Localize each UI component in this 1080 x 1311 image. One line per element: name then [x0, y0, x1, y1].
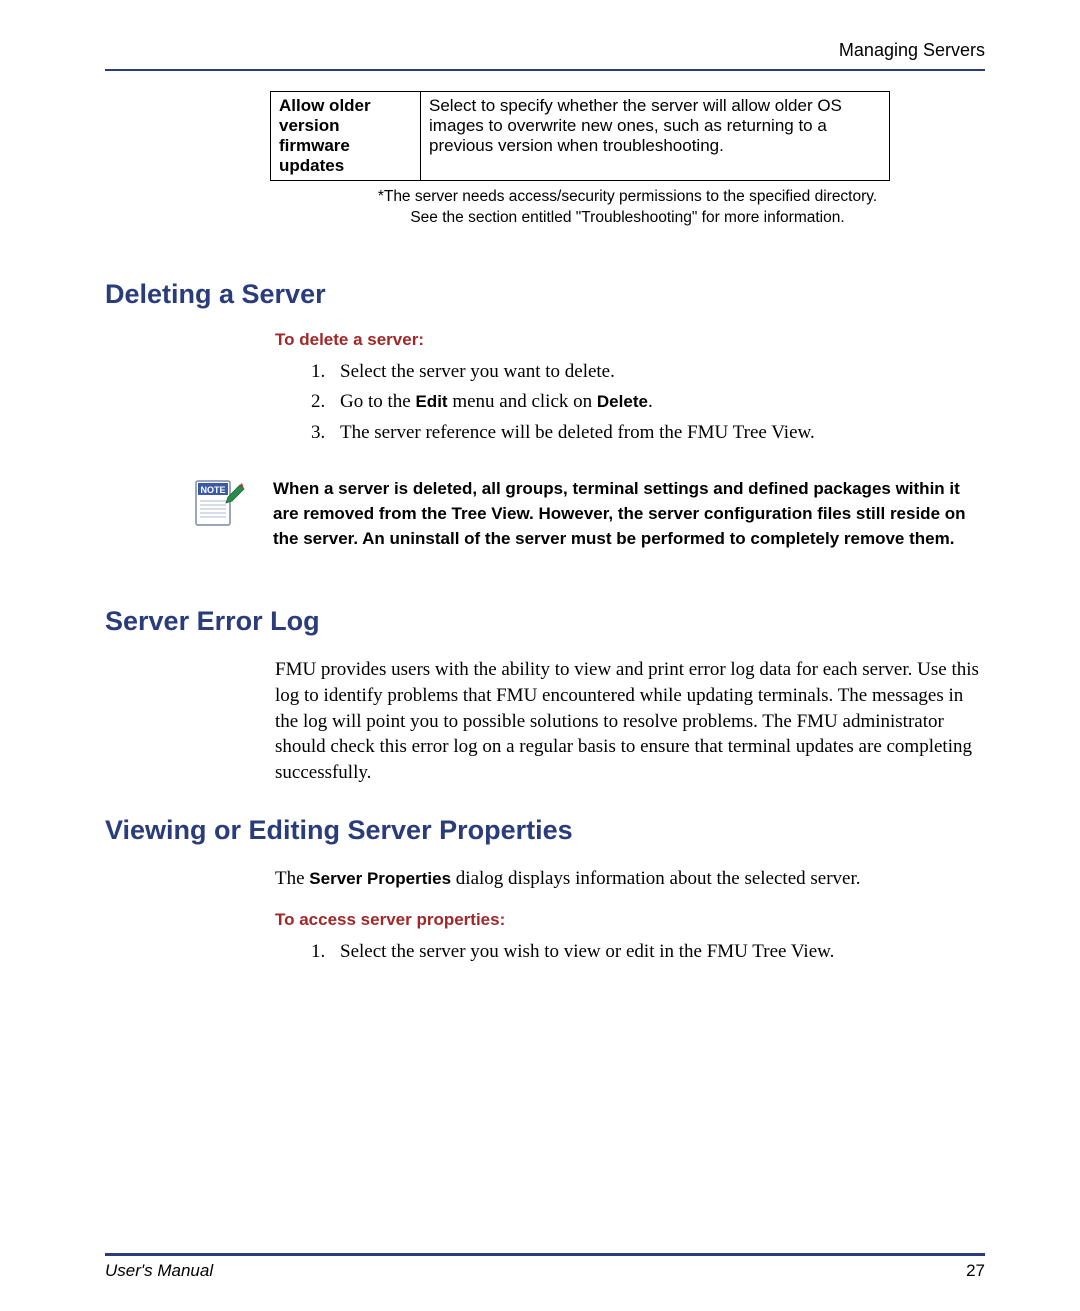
note-callout: NOTE When a server is deleted, all group…	[190, 477, 985, 551]
page-number: 27	[966, 1261, 985, 1281]
properties-intro: The Server Properties dialog displays in…	[275, 866, 985, 892]
table-footnote: *The server needs access/security permis…	[270, 187, 985, 229]
footnote-line: *The server needs access/security permis…	[270, 187, 985, 208]
subheading-access-properties: To access server properties:	[275, 910, 985, 930]
footer-document-title: User's Manual	[105, 1261, 213, 1281]
heading-server-error-log: Server Error Log	[105, 606, 985, 637]
menu-ref-edit: Edit	[415, 392, 447, 411]
list-item: Go to the Edit menu and click on Delete.	[330, 388, 985, 417]
list-item: The server reference will be deleted fro…	[330, 419, 985, 448]
table-row: Allow older version firmware updates Sel…	[271, 92, 890, 181]
heading-deleting-server: Deleting a Server	[105, 279, 985, 310]
note-icon: NOTE	[190, 477, 245, 537]
section-title: Managing Servers	[839, 40, 985, 60]
option-label: Allow older version firmware updates	[271, 92, 421, 181]
heading-viewing-editing-properties: Viewing or Editing Server Properties	[105, 815, 985, 846]
option-description: Select to specify whether the server wil…	[421, 92, 890, 181]
subheading-delete-server: To delete a server:	[275, 330, 985, 350]
svg-text:NOTE: NOTE	[200, 485, 225, 495]
note-text: When a server is deleted, all groups, te…	[273, 477, 985, 551]
header-divider	[105, 69, 985, 71]
list-item: Select the server you wish to view or ed…	[330, 938, 985, 967]
footer-divider	[105, 1253, 985, 1256]
footnote-line: See the section entitled "Troubleshootin…	[270, 208, 985, 229]
error-log-body: FMU provides users with the ability to v…	[275, 657, 985, 785]
options-table: Allow older version firmware updates Sel…	[270, 91, 890, 181]
menu-ref-delete: Delete	[597, 392, 648, 411]
dialog-ref-server-properties: Server Properties	[309, 869, 451, 888]
access-properties-steps: Select the server you wish to view or ed…	[330, 938, 985, 967]
delete-steps-list: Select the server you want to delete. Go…	[330, 358, 985, 448]
list-item: Select the server you want to delete.	[330, 358, 985, 387]
